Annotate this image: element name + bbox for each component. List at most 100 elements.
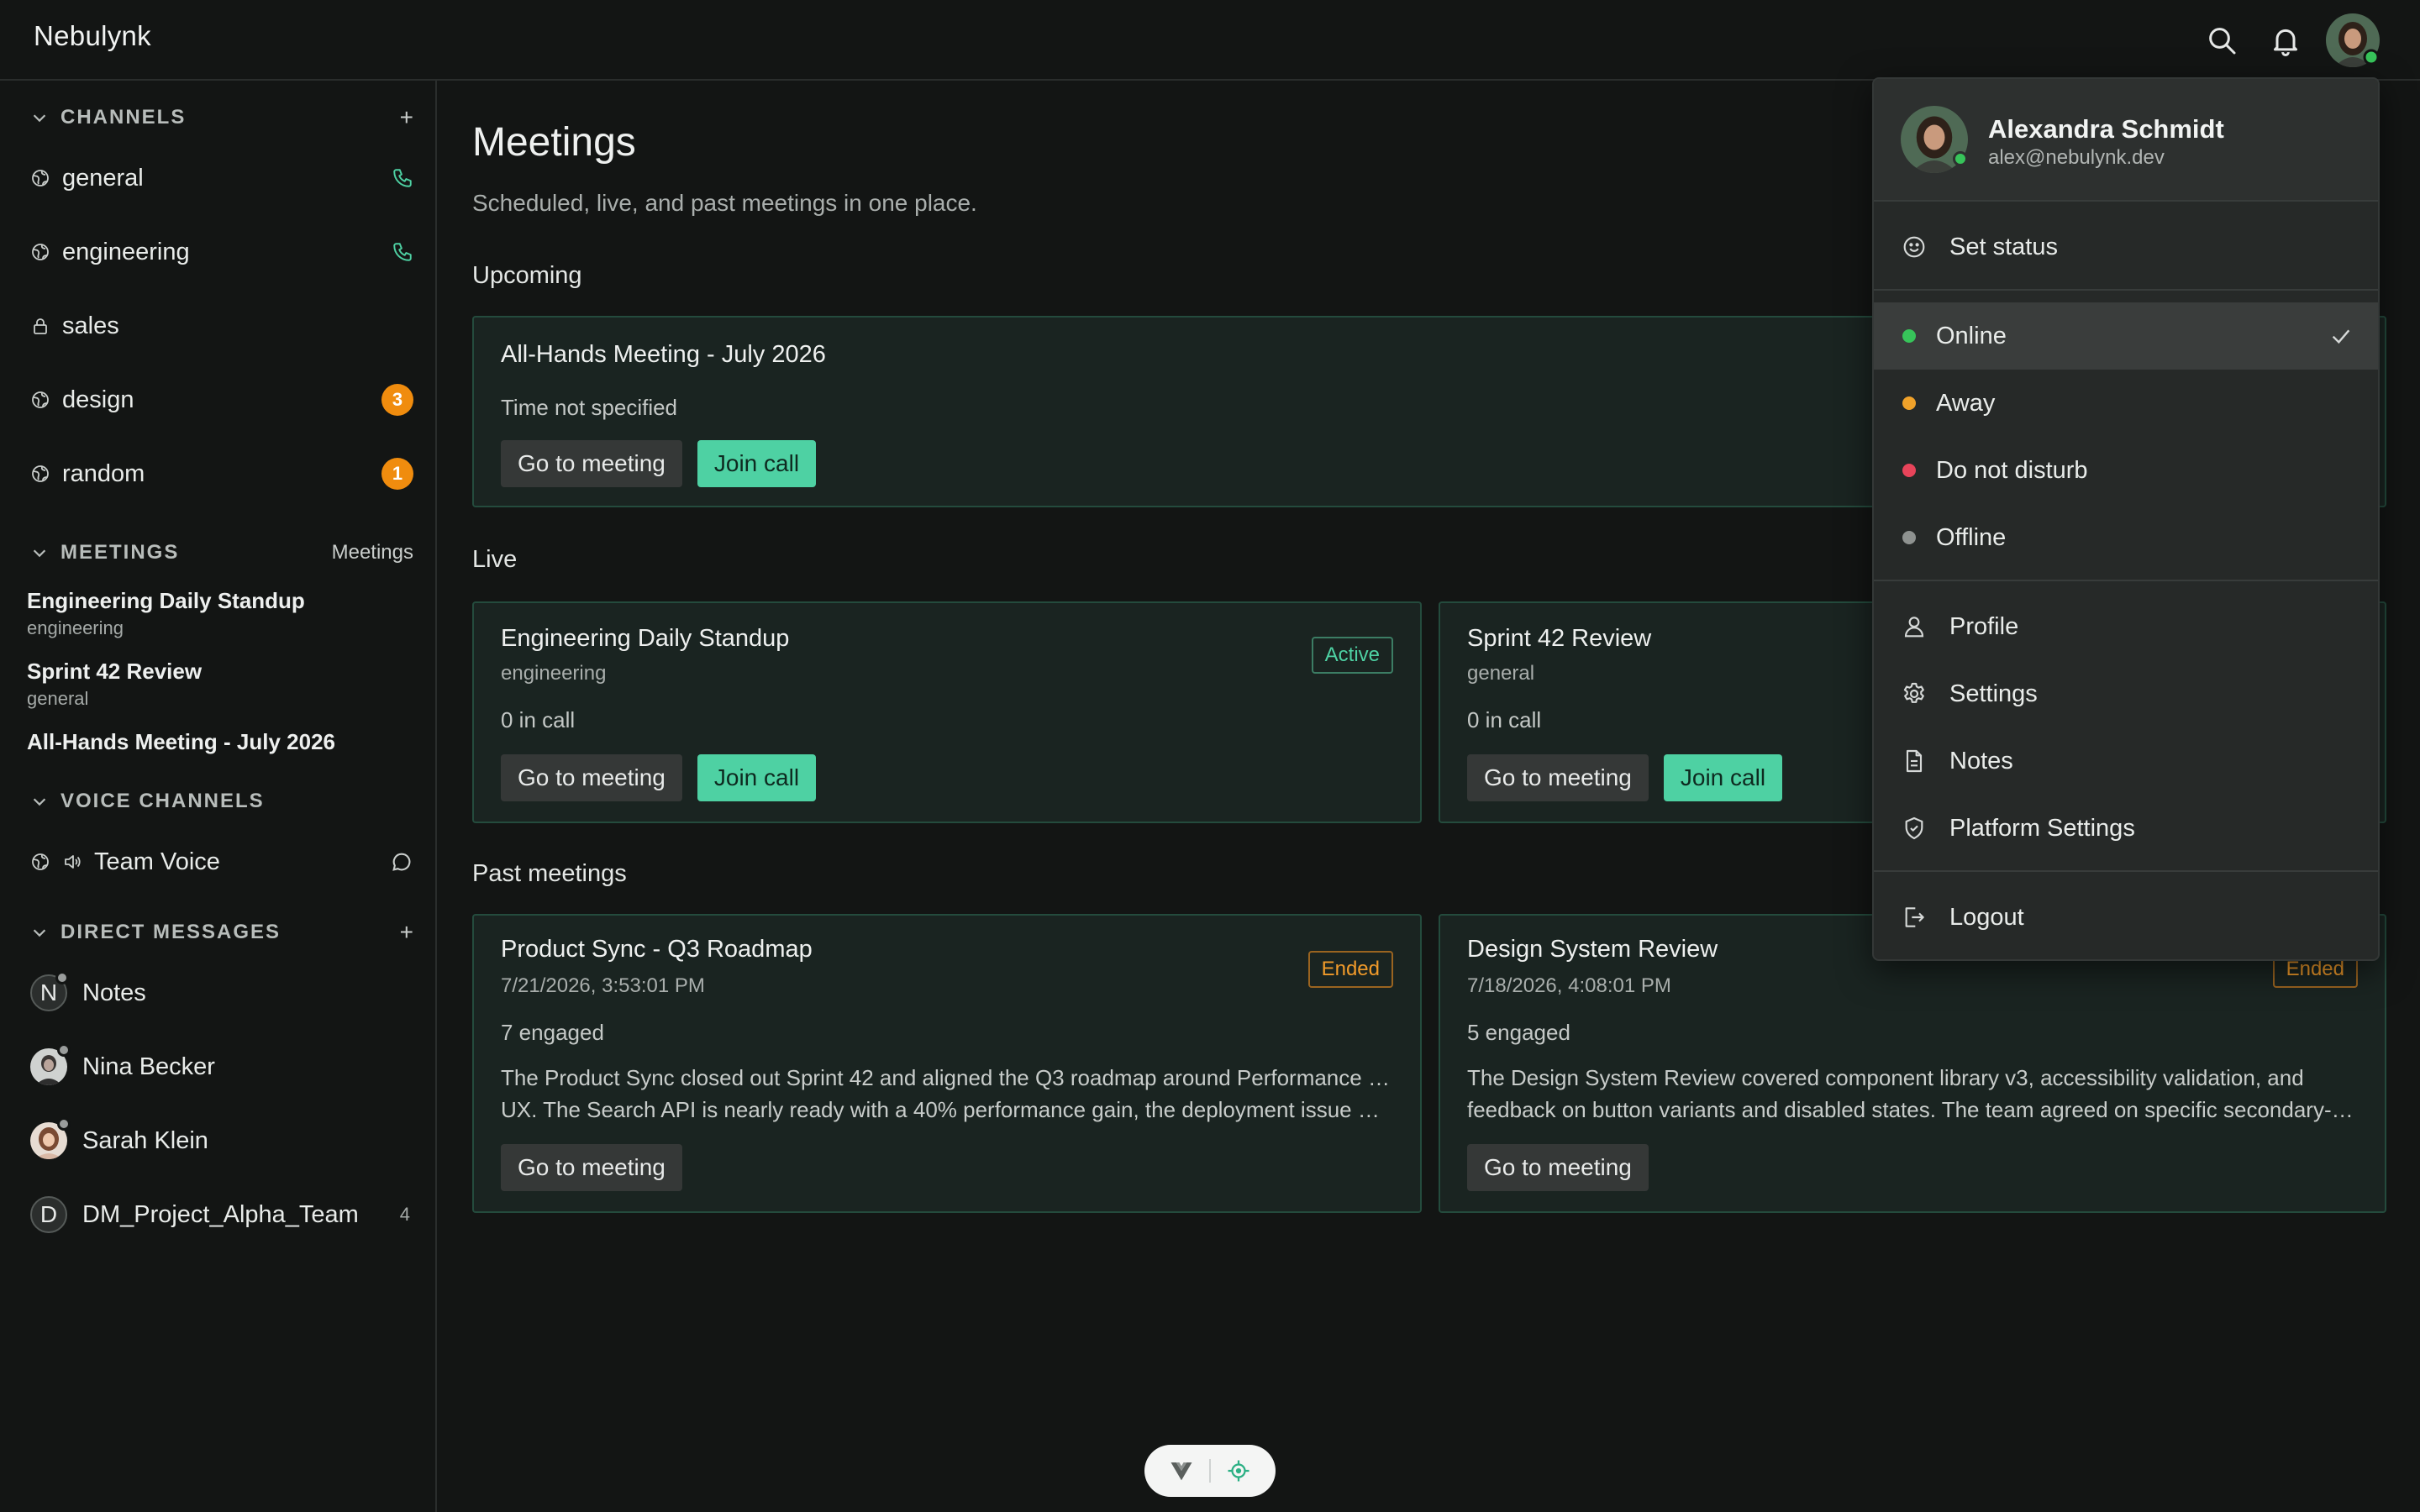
add-dm-button[interactable]: +	[400, 919, 413, 946]
vue-logo-icon[interactable]	[1169, 1458, 1194, 1483]
meeting-card-title: Sprint 42 Review	[1467, 625, 1652, 652]
sidebar-channel-engineering[interactable]: engineering	[30, 228, 413, 276]
sidebar: CHANNELS + general engineering sales des…	[0, 81, 437, 1512]
meetings-link[interactable]: Meetings	[332, 541, 413, 564]
avatar: N	[30, 971, 69, 1011]
sidebar-voice-team-voice[interactable]: Team Voice	[30, 838, 413, 885]
set-status-menu-item[interactable]: Set status	[1874, 213, 2378, 281]
member-count: 4	[399, 1204, 410, 1225]
upcoming-heading: Upcoming	[472, 262, 582, 289]
channel-label: general	[62, 164, 144, 192]
voice-section-header[interactable]: VOICE CHANNELS	[30, 785, 413, 818]
in-call-count: 0 in call	[1467, 707, 1542, 732]
sidebar-dm-sarah-klein[interactable]: Sarah Klein	[30, 1116, 413, 1166]
status-option-do-not-disturb[interactable]: Do not disturb	[1874, 437, 2378, 504]
user-email: alex@nebulynk.dev	[1988, 146, 2165, 169]
top-bar: Nebulynk	[0, 0, 2420, 81]
phone-icon[interactable]	[392, 241, 413, 263]
sidebar-channel-design[interactable]: design 3	[30, 376, 413, 423]
status-option-away[interactable]: Away	[1874, 370, 2378, 437]
go-to-meeting-button[interactable]: Go to meeting	[501, 1144, 682, 1191]
user-avatar-button[interactable]	[2326, 13, 2380, 67]
globe-icon	[32, 244, 49, 260]
status-dot	[1902, 329, 1916, 343]
checkmark-icon	[2332, 329, 2350, 344]
go-to-meeting-button[interactable]: Go to meeting	[501, 440, 682, 487]
status-dot	[1902, 464, 1916, 477]
chat-bubble-icon[interactable]	[390, 850, 413, 874]
dm-label: Sarah Klein	[82, 1126, 208, 1154]
sidebar-meeting-item[interactable]: Engineering Daily Standup engineering	[27, 588, 305, 639]
add-channel-button[interactable]: +	[400, 104, 413, 131]
meeting-summary: The Product Sync closed out Sprint 42 an…	[501, 1065, 1392, 1122]
meeting-title: Engineering Daily Standup	[27, 588, 305, 613]
channel-label: random	[62, 459, 145, 487]
search-icon[interactable]	[2203, 22, 2240, 59]
dm-section-header[interactable]: DIRECT MESSAGES +	[30, 916, 413, 949]
dm-label: DM_Project_Alpha_Team	[82, 1200, 359, 1228]
sidebar-dm-project-alpha-team[interactable]: D DM_Project_Alpha_Team 4	[30, 1189, 413, 1240]
user-menu-header: Alexandra Schmidt alex@nebulynk.dev	[1874, 79, 2378, 202]
past-heading: Past meetings	[472, 860, 627, 887]
sidebar-channel-general[interactable]: general	[30, 155, 413, 202]
sidebar-meeting-item[interactable]: All-Hands Meeting - July 2026	[27, 729, 335, 755]
meeting-date: 7/18/2026, 4:08:01 PM	[1467, 974, 1671, 997]
meetings-section-header[interactable]: MEETINGS Meetings	[30, 536, 413, 570]
bell-icon[interactable]	[2267, 22, 2304, 59]
meetings-title: MEETINGS	[60, 541, 180, 564]
sidebar-dm-nina-becker[interactable]: Nina Becker	[30, 1042, 413, 1092]
logout-menu-item[interactable]: Logout	[1874, 884, 2378, 951]
engaged-count: 5 engaged	[1467, 1020, 1570, 1045]
notes-menu-item[interactable]: Notes	[1874, 727, 2378, 795]
status-dot	[1902, 396, 1916, 410]
sidebar-meeting-item[interactable]: Sprint 42 Review general	[27, 659, 202, 710]
status-option-offline[interactable]: Offline	[1874, 504, 2378, 571]
meeting-title: Sprint 42 Review	[27, 659, 203, 684]
gear-icon	[1903, 682, 1924, 703]
avatar	[30, 1043, 71, 1085]
sidebar-channel-sales[interactable]: sales	[30, 302, 413, 349]
meeting-channel: engineering	[501, 662, 607, 685]
devtools-toolbar[interactable]	[1144, 1445, 1276, 1497]
avatar: D	[30, 1196, 67, 1233]
voice-channel-label: Team Voice	[94, 848, 220, 875]
go-to-meeting-button[interactable]: Go to meeting	[501, 754, 682, 801]
page-title: Meetings	[472, 120, 636, 165]
meeting-summary: The Design System Review covered compone…	[1467, 1065, 2354, 1122]
join-call-button[interactable]: Join call	[1663, 754, 1783, 801]
meeting-card-title: Design System Review	[1467, 936, 1718, 963]
globe-icon	[32, 853, 49, 870]
join-call-button[interactable]: Join call	[697, 440, 817, 487]
dm-label: Nina Becker	[82, 1053, 215, 1080]
app-name: Nebulynk	[34, 20, 151, 51]
sidebar-dm-notes[interactable]: N Notes	[30, 968, 413, 1018]
globe-icon	[32, 465, 49, 482]
channel-label: sales	[62, 312, 119, 339]
shield-icon	[1905, 816, 1923, 840]
chevron-down-icon	[33, 549, 46, 558]
meeting-card-title: Product Sync - Q3 Roadmap	[501, 936, 813, 963]
meeting-date: 7/21/2026, 3:53:01 PM	[501, 974, 705, 997]
profile-menu-item[interactable]: Profile	[1874, 593, 2378, 660]
go-to-meeting-button[interactable]: Go to meeting	[1467, 754, 1649, 801]
meeting-card-title: Engineering Daily Standup	[501, 625, 790, 652]
channel-label: design	[62, 386, 134, 413]
page-subtitle: Scheduled, live, and past meetings in on…	[472, 190, 977, 216]
meeting-channel: general	[1467, 662, 1535, 685]
user-icon	[1904, 617, 1924, 638]
channel-label: engineering	[62, 238, 190, 265]
status-option-online[interactable]: Online	[1874, 302, 2378, 370]
smiley-icon	[1903, 236, 1925, 258]
unread-badge: 3	[381, 384, 413, 416]
channels-title: CHANNELS	[60, 106, 187, 129]
sidebar-channel-random[interactable]: random 1	[30, 450, 413, 497]
crosshair-icon[interactable]	[1226, 1458, 1251, 1483]
go-to-meeting-button[interactable]: Go to meeting	[1467, 1144, 1649, 1191]
channels-section-header[interactable]: CHANNELS +	[30, 101, 413, 134]
platform-settings-menu-item[interactable]: Platform Settings	[1874, 795, 2378, 862]
engaged-count: 7 engaged	[501, 1020, 604, 1045]
status-badge: Ended	[1307, 951, 1393, 988]
join-call-button[interactable]: Join call	[697, 754, 817, 801]
phone-icon[interactable]	[392, 167, 413, 189]
settings-menu-item[interactable]: Settings	[1874, 660, 2378, 727]
